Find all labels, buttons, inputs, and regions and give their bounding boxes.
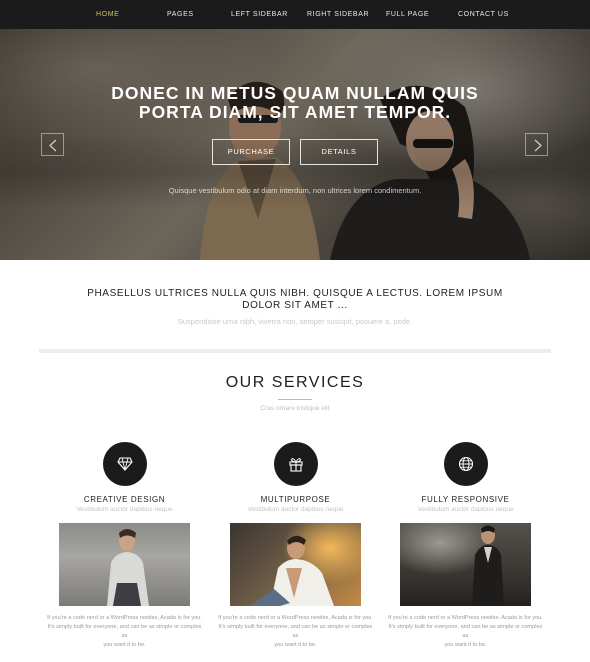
globe-icon (458, 456, 474, 472)
service-description-line-3: you want it to be. (103, 642, 146, 648)
hero-title-line-2: PORTA DIAM, SIT AMET TEMPOR. (138, 102, 452, 122)
services-subtitle: Cras ornare tristique elit (260, 405, 330, 412)
hero-slider: DONEC IN METUS QUAM NULLAM QUIS PORTA DI… (0, 29, 590, 260)
service-photo (230, 523, 361, 606)
service-icon-circle (103, 442, 147, 486)
service-description-line-1: If you're a code nerd or a WordPress new… (218, 615, 373, 621)
nav-item-right-sidebar[interactable]: RIGHT SIDEBAR (307, 0, 369, 29)
service-description-line-2: It's simply built for everyone, and can … (218, 624, 373, 639)
service-description-line-3: you want it to be. (444, 642, 487, 648)
intro-title: PHASELLUS ULTRICES NULLA QUIS NIBH. QUIS… (85, 288, 505, 312)
chevron-left-icon (49, 139, 57, 152)
hero-shadow-band (0, 134, 590, 209)
service-title: FULLY RESPONSIVE (421, 495, 510, 504)
service-description-line-3: you want it to be. (274, 642, 317, 648)
service-photo (59, 523, 190, 606)
service-subtitle: Vestibulum auctor dapibus neque (76, 506, 173, 513)
hero-title-line-1: DONEC IN METUS QUAM NULLAM QUIS (111, 83, 479, 103)
service-title: CREATIVE DESIGN (83, 495, 166, 504)
service-photo-figure (250, 535, 334, 606)
slider-prev-button[interactable] (41, 133, 64, 156)
nav-item-pages[interactable]: PAGES (167, 0, 194, 29)
service-description: If you're a code nerd or a WordPress new… (388, 614, 543, 650)
service-description-line-2: It's simply built for everyone, and can … (47, 624, 202, 639)
hero-title: DONEC IN METUS QUAM NULLAM QUIS PORTA DI… (95, 84, 495, 122)
service-photo-figure (107, 529, 149, 606)
service-photo-figure (472, 525, 504, 606)
service-subtitle: Vestibulum auctor dapibus neque (417, 506, 514, 513)
intro-title-line-1: PHASELLUS ULTRICES NULLA QUIS NIBH. QUIS… (87, 288, 503, 299)
slider-next-button[interactable] (525, 133, 548, 156)
chevron-right-icon (534, 139, 542, 152)
service-description: If you're a code nerd or a WordPress new… (218, 614, 373, 650)
top-navigation: HOME PAGES LEFT SIDEBAR RIGHT SIDEBAR FU… (0, 0, 590, 29)
service-icon-circle (444, 442, 488, 486)
section-divider (39, 349, 551, 353)
intro-subtitle: Suspendisse urna nibh, viverra non, semp… (177, 317, 413, 326)
intro-title-line-2: DOLOR SIT AMET ... (242, 300, 348, 311)
purchase-button[interactable]: PURCHASE (212, 139, 290, 165)
service-icon-circle (274, 442, 318, 486)
service-photo (400, 523, 531, 606)
nav-item-full-page[interactable]: FULL PAGE (386, 0, 429, 29)
service-description-line-1: If you're a code nerd or a WordPress new… (388, 615, 543, 621)
details-button[interactable]: DETAILS (300, 139, 378, 165)
service-description: If you're a code nerd or a WordPress new… (47, 614, 202, 650)
service-subtitle: Vestibulum auctor dapibus neque (247, 506, 344, 513)
nav-item-left-sidebar[interactable]: LEFT SIDEBAR (231, 0, 288, 29)
service-title: MULTIPURPOSE (260, 495, 331, 504)
service-description-line-1: If you're a code nerd or a WordPress new… (47, 615, 202, 621)
nav-item-contact-us[interactable]: CONTACT US (458, 0, 509, 29)
hero-subtitle: Quisque vestibulum odio at diam interdum… (168, 186, 422, 195)
services-title: OUR SERVICES (225, 374, 365, 391)
service-description-line-2: It's simply built for everyone, and can … (388, 624, 543, 639)
services-accent-line (278, 399, 312, 400)
gift-icon (289, 458, 303, 472)
diamond-icon (117, 457, 133, 471)
nav-item-home[interactable]: HOME (96, 0, 119, 29)
